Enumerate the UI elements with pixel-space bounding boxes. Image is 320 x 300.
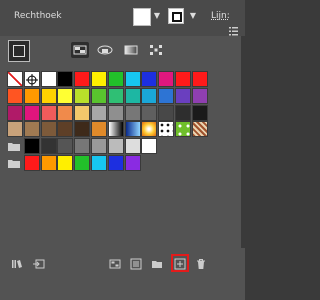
panel-footer: [0, 248, 245, 300]
swatch-libraries-icon[interactable]: [11, 258, 23, 270]
delete-icon[interactable]: [195, 258, 207, 270]
registration-swatch[interactable]: [23, 71, 40, 87]
color-swatch[interactable]: [23, 104, 40, 121]
gradient-swatch[interactable]: [107, 121, 124, 138]
color-swatch[interactable]: [57, 155, 74, 171]
color-swatch[interactable]: [74, 104, 91, 121]
gradient-swatch[interactable]: [141, 121, 158, 138]
color-swatch[interactable]: [57, 138, 74, 155]
color-swatch[interactable]: [74, 121, 91, 138]
swatch-options-icon[interactable]: [130, 258, 142, 270]
color-swatch[interactable]: [23, 138, 40, 155]
color-swatch[interactable]: [57, 87, 74, 104]
import-icon[interactable]: [33, 258, 45, 270]
stroke-color-swatch[interactable]: [168, 8, 184, 24]
color-swatch[interactable]: [158, 104, 175, 121]
color-swatch[interactable]: [107, 104, 124, 121]
color-swatch[interactable]: [175, 87, 191, 104]
none-swatch[interactable]: [7, 71, 23, 87]
fill-color-swatch[interactable]: [133, 8, 151, 26]
show-pattern-swatches-icon[interactable]: [122, 42, 140, 58]
color-swatch[interactable]: [23, 121, 40, 138]
color-swatch[interactable]: [191, 87, 208, 104]
color-swatch[interactable]: [57, 104, 74, 121]
color-group-folder-icon: [7, 155, 23, 171]
new-swatch-icon[interactable]: [174, 258, 186, 270]
show-color-swatches-icon[interactable]: [71, 42, 89, 58]
color-swatch[interactable]: [175, 71, 191, 87]
color-swatch[interactable]: [40, 121, 57, 138]
stroke-dropdown-chevron-icon[interactable]: ▼: [188, 9, 198, 23]
color-swatch[interactable]: [40, 104, 57, 121]
color-swatch[interactable]: [40, 87, 57, 104]
color-swatch[interactable]: [124, 138, 141, 155]
show-kinds-icon[interactable]: [109, 258, 121, 270]
color-swatch[interactable]: [7, 121, 23, 138]
show-color-groups-icon[interactable]: [147, 42, 165, 58]
color-swatch[interactable]: [91, 155, 107, 171]
color-swatch[interactable]: [91, 87, 107, 104]
color-swatch[interactable]: [91, 138, 107, 155]
panel-header: Rechthoek ▼ ▼ Lijn:: [0, 0, 245, 36]
show-gradient-swatches-icon[interactable]: [96, 42, 114, 58]
color-swatch[interactable]: [107, 138, 124, 155]
color-swatch[interactable]: [141, 71, 158, 87]
color-swatch[interactable]: [124, 104, 141, 121]
color-swatch[interactable]: [74, 155, 91, 171]
color-swatch[interactable]: [40, 138, 57, 155]
color-swatch[interactable]: [158, 71, 175, 87]
color-swatch[interactable]: [141, 104, 158, 121]
gradient-swatch[interactable]: [124, 121, 141, 138]
color-swatch[interactable]: [107, 87, 124, 104]
object-type-label: Rechthoek: [14, 11, 62, 21]
color-swatch[interactable]: [74, 71, 91, 87]
swatches-panel: Rechthoek ▼ ▼ Lijn:: [0, 0, 245, 300]
color-swatch[interactable]: [74, 87, 91, 104]
color-swatch[interactable]: [91, 121, 107, 138]
color-swatch[interactable]: [141, 87, 158, 104]
color-swatch[interactable]: [141, 138, 158, 155]
color-swatch[interactable]: [191, 104, 208, 121]
new-color-group-icon[interactable]: [151, 258, 163, 270]
color-swatch[interactable]: [57, 71, 74, 87]
color-swatch[interactable]: [23, 87, 40, 104]
color-swatch[interactable]: [7, 87, 23, 104]
color-swatch[interactable]: [175, 104, 191, 121]
stroke-label[interactable]: Lijn:: [211, 11, 230, 21]
color-swatch[interactable]: [7, 104, 23, 121]
color-swatch[interactable]: [40, 155, 57, 171]
color-swatch[interactable]: [158, 87, 175, 104]
color-swatch[interactable]: [23, 155, 40, 171]
color-swatch[interactable]: [124, 155, 141, 171]
color-swatch[interactable]: [124, 87, 141, 104]
color-swatch[interactable]: [91, 71, 107, 87]
color-group-folder-icon: [7, 138, 23, 154]
color-swatch[interactable]: [91, 104, 107, 121]
current-fill-stroke-swatch[interactable]: [8, 40, 30, 62]
color-swatch[interactable]: [107, 155, 124, 171]
pattern-swatch[interactable]: [191, 121, 208, 138]
color-swatch[interactable]: [124, 71, 141, 87]
fill-dropdown-chevron-icon[interactable]: ▼: [152, 9, 162, 23]
list-view-icon[interactable]: [229, 27, 238, 36]
pattern-swatch[interactable]: [158, 121, 175, 138]
color-swatch[interactable]: [40, 71, 57, 87]
color-swatch[interactable]: [57, 121, 74, 138]
color-swatch[interactable]: [191, 71, 208, 87]
color-swatch[interactable]: [74, 138, 91, 155]
color-swatch[interactable]: [107, 71, 124, 87]
pattern-swatch[interactable]: [175, 121, 191, 138]
